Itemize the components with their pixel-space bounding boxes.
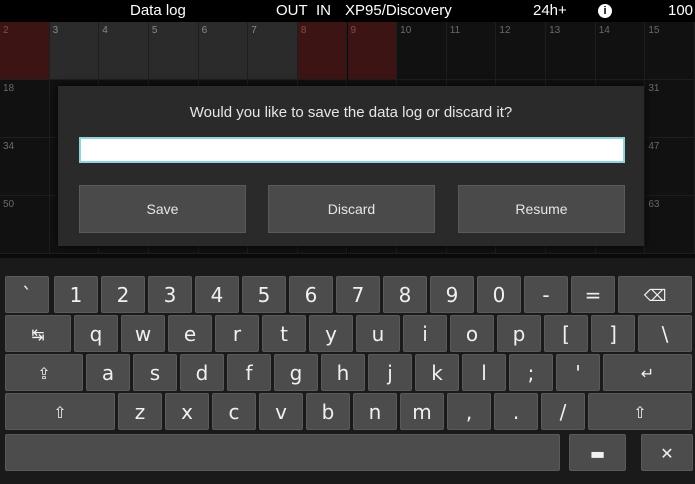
hide-keyboard-key[interactable]: ▬ — [569, 434, 626, 471]
key--key[interactable]: = — [571, 276, 615, 313]
key-9-key[interactable]: 9 — [430, 276, 474, 313]
key-w-key[interactable]: w — [121, 315, 165, 352]
shift-key[interactable]: ⇧ — [5, 393, 115, 430]
key-2-key[interactable]: 2 — [101, 276, 145, 313]
key-1-key[interactable]: 1 — [54, 276, 98, 313]
key--key[interactable]: ] — [591, 315, 635, 352]
key-f-key[interactable]: f — [227, 354, 271, 391]
key-y-key[interactable]: y — [309, 315, 353, 352]
level-value: 100 — [668, 2, 694, 19]
key-i-key[interactable]: i — [403, 315, 447, 352]
channel-cell[interactable]: 18 — [0, 80, 50, 138]
channel-cell[interactable]: 31 — [645, 80, 695, 138]
channel-cell[interactable]: 63 — [645, 196, 695, 254]
status-bar: Data log OUT IN XP95/Discovery 24h+ i 10… — [0, 0, 695, 22]
resume-button[interactable]: Resume — [458, 185, 625, 233]
channel-cell[interactable]: 9 — [347, 22, 398, 80]
key--key[interactable]: , — [447, 393, 491, 430]
caps-lock-key[interactable]: ⇪ — [5, 354, 83, 391]
key---key[interactable]: - — [524, 276, 568, 313]
key--key[interactable]: ` — [5, 276, 49, 313]
info-icon[interactable]: i — [598, 4, 612, 18]
shift-key[interactable]: ⇧ — [588, 393, 692, 430]
app-title: Data log — [130, 2, 186, 19]
key-m-key[interactable]: m — [400, 393, 444, 430]
channel-cell[interactable]: 11 — [446, 22, 497, 80]
in-indicator: IN — [316, 2, 331, 19]
key-b-key[interactable]: b — [306, 393, 350, 430]
channel-cell[interactable]: 6 — [198, 22, 249, 80]
key-o-key[interactable]: o — [450, 315, 494, 352]
close-key[interactable]: ✕ — [641, 434, 693, 471]
key--key[interactable]: ' — [556, 354, 600, 391]
channel-cell[interactable]: 2 — [0, 22, 50, 80]
key-d-key[interactable]: d — [180, 354, 224, 391]
log-name-input[interactable] — [79, 137, 625, 163]
discard-button[interactable]: Discard — [268, 185, 435, 233]
device-name: XP95/Discovery — [345, 2, 452, 19]
key-e-key[interactable]: e — [168, 315, 212, 352]
key-7-key[interactable]: 7 — [336, 276, 380, 313]
channel-cell[interactable]: 10 — [397, 22, 447, 80]
key--key[interactable]: / — [541, 393, 585, 430]
key-g-key[interactable]: g — [274, 354, 318, 391]
channel-cell[interactable]: 50 — [0, 196, 50, 254]
key--key[interactable]: [ — [544, 315, 588, 352]
key-t-key[interactable]: t — [262, 315, 306, 352]
out-indicator: OUT — [276, 2, 308, 19]
key-q-key[interactable]: q — [74, 315, 118, 352]
key-a-key[interactable]: a — [86, 354, 130, 391]
enter-key[interactable]: ↵ — [603, 354, 692, 391]
key-v-key[interactable]: v — [259, 393, 303, 430]
tab-key[interactable]: ↹ — [5, 315, 71, 352]
save-log-dialog: Would you like to save the data log or d… — [58, 86, 644, 246]
key-r-key[interactable]: r — [215, 315, 259, 352]
backspace-key[interactable]: ⌫ — [618, 276, 692, 313]
space-key[interactable] — [5, 434, 560, 471]
channel-cell[interactable]: 4 — [99, 22, 149, 80]
key-p-key[interactable]: p — [497, 315, 541, 352]
key-j-key[interactable]: j — [368, 354, 412, 391]
channel-cell[interactable]: 3 — [49, 22, 100, 80]
save-button[interactable]: Save — [79, 185, 246, 233]
timer-label: 24h+ — [533, 2, 567, 19]
key-6-key[interactable]: 6 — [289, 276, 333, 313]
key-0-key[interactable]: 0 — [477, 276, 521, 313]
key-u-key[interactable]: u — [356, 315, 400, 352]
channel-cell[interactable]: 15 — [645, 22, 695, 80]
key-5-key[interactable]: 5 — [242, 276, 286, 313]
key-c-key[interactable]: c — [212, 393, 256, 430]
key-k-key[interactable]: k — [415, 354, 459, 391]
channel-cell[interactable]: 8 — [297, 22, 348, 80]
key-h-key[interactable]: h — [321, 354, 365, 391]
key-4-key[interactable]: 4 — [195, 276, 239, 313]
channel-cell[interactable]: 7 — [248, 22, 298, 80]
channel-cell[interactable]: 14 — [595, 22, 646, 80]
channel-cell[interactable]: 5 — [148, 22, 199, 80]
onscreen-keyboard: ` 1 2 3 4 5 6 7 8 9 0- = ⌫ ↹ q w e r t y u i o p[] \ ⇪ a s d f g h j k l; '… — [0, 258, 695, 484]
key-8-key[interactable]: 8 — [383, 276, 427, 313]
key--key[interactable]: ; — [509, 354, 553, 391]
key-x-key[interactable]: x — [165, 393, 209, 430]
key--key[interactable]: . — [494, 393, 538, 430]
channel-cell[interactable]: 47 — [645, 138, 695, 196]
key-l-key[interactable]: l — [462, 354, 506, 391]
key-3-key[interactable]: 3 — [148, 276, 192, 313]
channel-cell[interactable]: 13 — [546, 22, 596, 80]
dialog-question: Would you like to save the data log or d… — [189, 104, 513, 121]
key-n-key[interactable]: n — [353, 393, 397, 430]
key-z-key[interactable]: z — [118, 393, 162, 430]
channel-cell[interactable]: 34 — [0, 138, 50, 196]
channel-cell[interactable]: 12 — [496, 22, 547, 80]
key--key[interactable]: \ — [638, 315, 692, 352]
key-s-key[interactable]: s — [133, 354, 177, 391]
